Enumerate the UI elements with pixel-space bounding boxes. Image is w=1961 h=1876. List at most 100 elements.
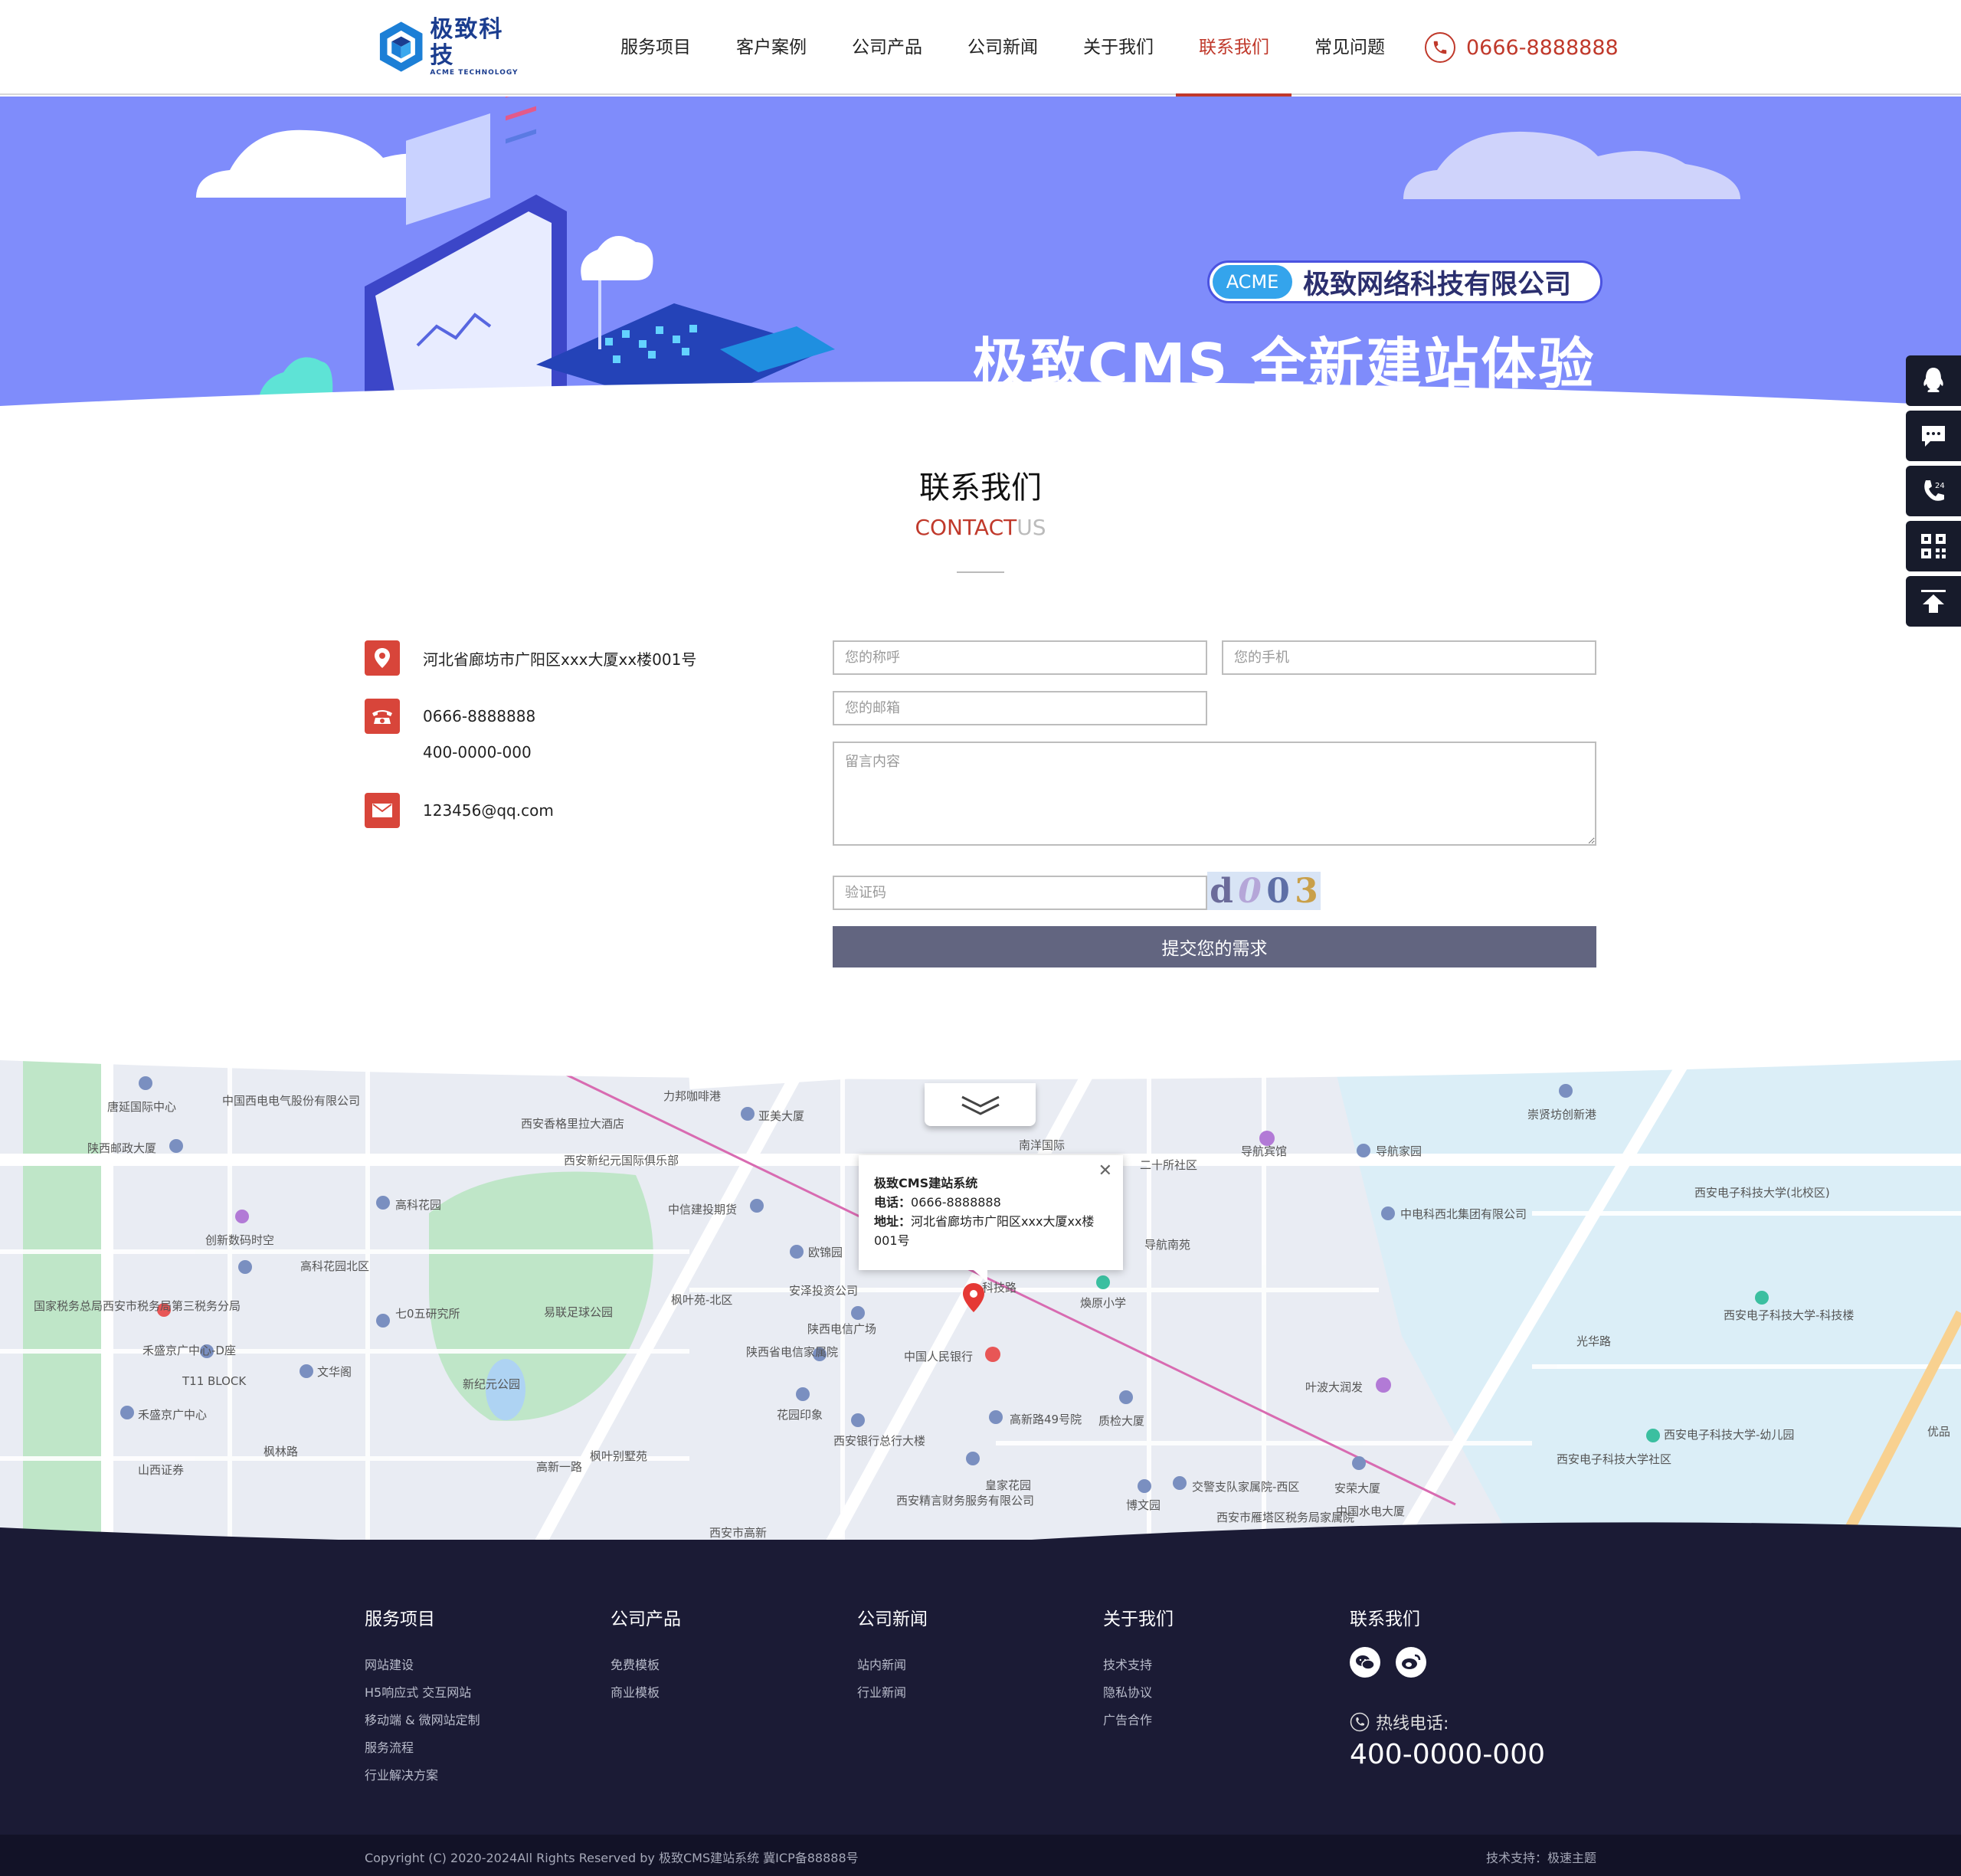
footer-link[interactable]: 行业新闻 [857,1679,928,1707]
map-label-42: 西安银行总行大楼 [833,1434,926,1448]
footer-col-contact: 联系我们 热线电话: 400-0000-000 [1350,1604,1545,1770]
footer-link[interactable]: 网站建设 [365,1652,480,1679]
footer-link[interactable]: 免费模板 [611,1652,681,1679]
header-phone[interactable]: 0666-8888888 [1425,31,1619,64]
map-marker-icon[interactable] [962,1282,985,1313]
footer-col-services: 服务项目 网站建设 H5响应式 交互网站 移动端 & 微网站定制 服务流程 行业… [365,1604,480,1789]
map-collapse-toggle[interactable] [925,1083,1036,1126]
submit-button[interactable]: 提交您的需求 [833,926,1596,967]
close-icon[interactable]: ✕ [1098,1161,1112,1180]
map-label-38: 禾盛京广中心 [138,1408,208,1422]
footer-col-title: 关于我们 [1103,1609,1174,1629]
site-header: 极致科技 ACME TECHNOLOGY 服务项目 客户案例 公司产品 公司新闻… [0,0,1961,97]
section-divider [957,571,1004,573]
footer-col-title: 公司产品 [611,1609,681,1629]
map-label-51: 中国水电大厦 [1336,1504,1406,1518]
site-footer [0,1540,1961,1835]
mobile-input[interactable] [1222,640,1596,675]
banner-company-name: 极致网络科技有限公司 [1303,269,1572,300]
map-label-16: 崇贤坊创新港 [1527,1108,1597,1121]
footer-link[interactable]: 行业解决方案 [365,1762,480,1789]
map-label-18: 中电科西北集团有限公司 [1400,1207,1527,1221]
site-logo[interactable]: 极致科技 ACME TECHNOLOGY [378,17,524,77]
map-label-35: 西安电子科技大学(北校区) [1694,1186,1830,1200]
message-icon[interactable] [1906,411,1961,461]
email-input[interactable] [833,691,1207,725]
footer-link[interactable]: 技术支持 [1103,1652,1174,1679]
map-label-39: 花园印象 [777,1408,823,1422]
banner-company-badge: ACME 极致网络科技有限公司 [1207,260,1603,303]
map-label-21: 安泽投资公司 [789,1284,859,1298]
map-label-9: 创新数码时空 [205,1233,275,1247]
qq-icon[interactable] [1906,355,1961,406]
banner-slogan: 极致CMS 全新建站体验 [973,332,1596,396]
footer-link[interactable]: 商业模板 [611,1679,681,1707]
map-label-57: 西安市高新 [709,1526,768,1540]
qrcode-icon[interactable] [1906,521,1961,571]
captcha-image[interactable]: d 0 0 3 [1207,871,1321,911]
hotline-label-row: 热线电话: [1350,1710,1545,1734]
popup-address-label: 地址 [874,1214,899,1229]
back-to-top-icon[interactable] [1906,576,1961,627]
logo-text: 极致科技 ACME TECHNOLOGY [430,17,524,77]
section-title: 联系我们 [919,470,1042,506]
weibo-icon[interactable] [1396,1647,1426,1678]
footer-link[interactable]: 隐私协议 [1103,1679,1174,1707]
map-label-12: 南洋国际 [1019,1138,1066,1152]
map-label-30: T11 BLOCK [182,1374,247,1388]
map-label-20: 枫叶苑-北区 [671,1293,733,1307]
hotline-label: 热线电话: [1376,1714,1449,1734]
contact-phone-1: 0666-8888888 [423,707,536,725]
map-label-47: 安荣大厦 [1334,1481,1381,1495]
popup-tail [974,1270,987,1282]
footer-link[interactable]: 站内新闻 [857,1652,928,1679]
nav-item-products[interactable]: 公司产品 [829,0,944,95]
map-info-popup: ✕ 极致CMS建站系统 电话：0666-8888888 地址：河北省廊坊市广阳区… [859,1155,1123,1282]
logo-en: ACME TECHNOLOGY [430,69,519,77]
map-label-10: 高科花园北区 [300,1259,370,1273]
map-label-29: 禾盛京广中心-D座 [142,1344,236,1357]
map-label-27: 易联足球公园 [544,1305,614,1319]
captcha-char-3: 0 [1266,871,1290,911]
phone-24-icon[interactable]: 24 [1906,466,1961,516]
map-label-43: 枫叶别墅苑 [590,1449,648,1463]
map-label-6: 西安新纪元国际俱乐部 [564,1154,679,1167]
footer-link[interactable]: H5响应式 交互网站 [365,1679,480,1707]
captcha-char-2: 0 [1238,871,1262,911]
map-label-33: 叶波大润发 [1305,1380,1364,1394]
map-label-44: 皇家花园 [985,1478,1032,1492]
contact-address: 河北省廊坊市广阳区xxx大厦xx楼001号 [423,650,697,669]
footer-col-about: 关于我们 技术支持 隐私协议 广告合作 [1103,1604,1174,1734]
map-label-50: 西安市雁塔区税务局家属院 [1216,1511,1355,1524]
footer-col-title: 联系我们 [1350,1609,1420,1629]
contact-address-row: 河北省廊坊市广阳区xxx大厦xx楼001号 [365,640,696,676]
hotline-number: 400-0000-000 [1350,1739,1546,1770]
mail-icon [365,793,400,828]
map-label-5: 亚美大厦 [758,1109,805,1123]
footer-link[interactable]: 移动端 & 微网站定制 [365,1707,480,1734]
map-label-17: 欧锦园 [808,1246,843,1259]
wechat-icon[interactable] [1350,1647,1380,1678]
name-input[interactable] [833,640,1207,675]
map-label-7: 陕西邮政大厦 [87,1141,157,1155]
nav-item-cases[interactable]: 客户案例 [713,0,829,95]
nav-item-contact[interactable]: 联系我们 [1176,0,1292,97]
nav-item-news[interactable]: 公司新闻 [944,0,1060,95]
nav-item-services[interactable]: 服务项目 [597,0,713,95]
captcha-input[interactable] [833,876,1207,910]
tech-support-text[interactable]: 技术支持：极速主题 [1486,1848,1596,1866]
map-label-24: 陕西电信广场 [807,1322,877,1336]
contact-page: 极致科技 ACME TECHNOLOGY 服务项目 客户案例 公司产品 公司新闻… [0,0,1961,1876]
chevron-down-icon [961,1095,1000,1115]
footer-link[interactable]: 服务流程 [365,1734,480,1762]
contact-phone-row: 0666-8888888 [365,699,535,734]
copyright-bar: Copyright (C) 2020-2024All Rights Reserv… [0,1835,1961,1876]
map-label-37: 国家税务总局西安市税务局第三税务分局 [34,1299,241,1313]
popup-phone: 0666-8888888 [911,1195,1001,1210]
nav-item-about[interactable]: 关于我们 [1060,0,1176,95]
location-map[interactable]: 唐延国际中心 中国西电电气股份有限公司 西安香格里拉大酒店 力邦咖啡港 亚美大厦… [0,1060,1961,1550]
phone-icon [1425,32,1455,63]
nav-item-faq[interactable]: 常见问题 [1292,0,1407,95]
message-textarea[interactable] [833,742,1596,846]
footer-link[interactable]: 广告合作 [1103,1707,1174,1734]
